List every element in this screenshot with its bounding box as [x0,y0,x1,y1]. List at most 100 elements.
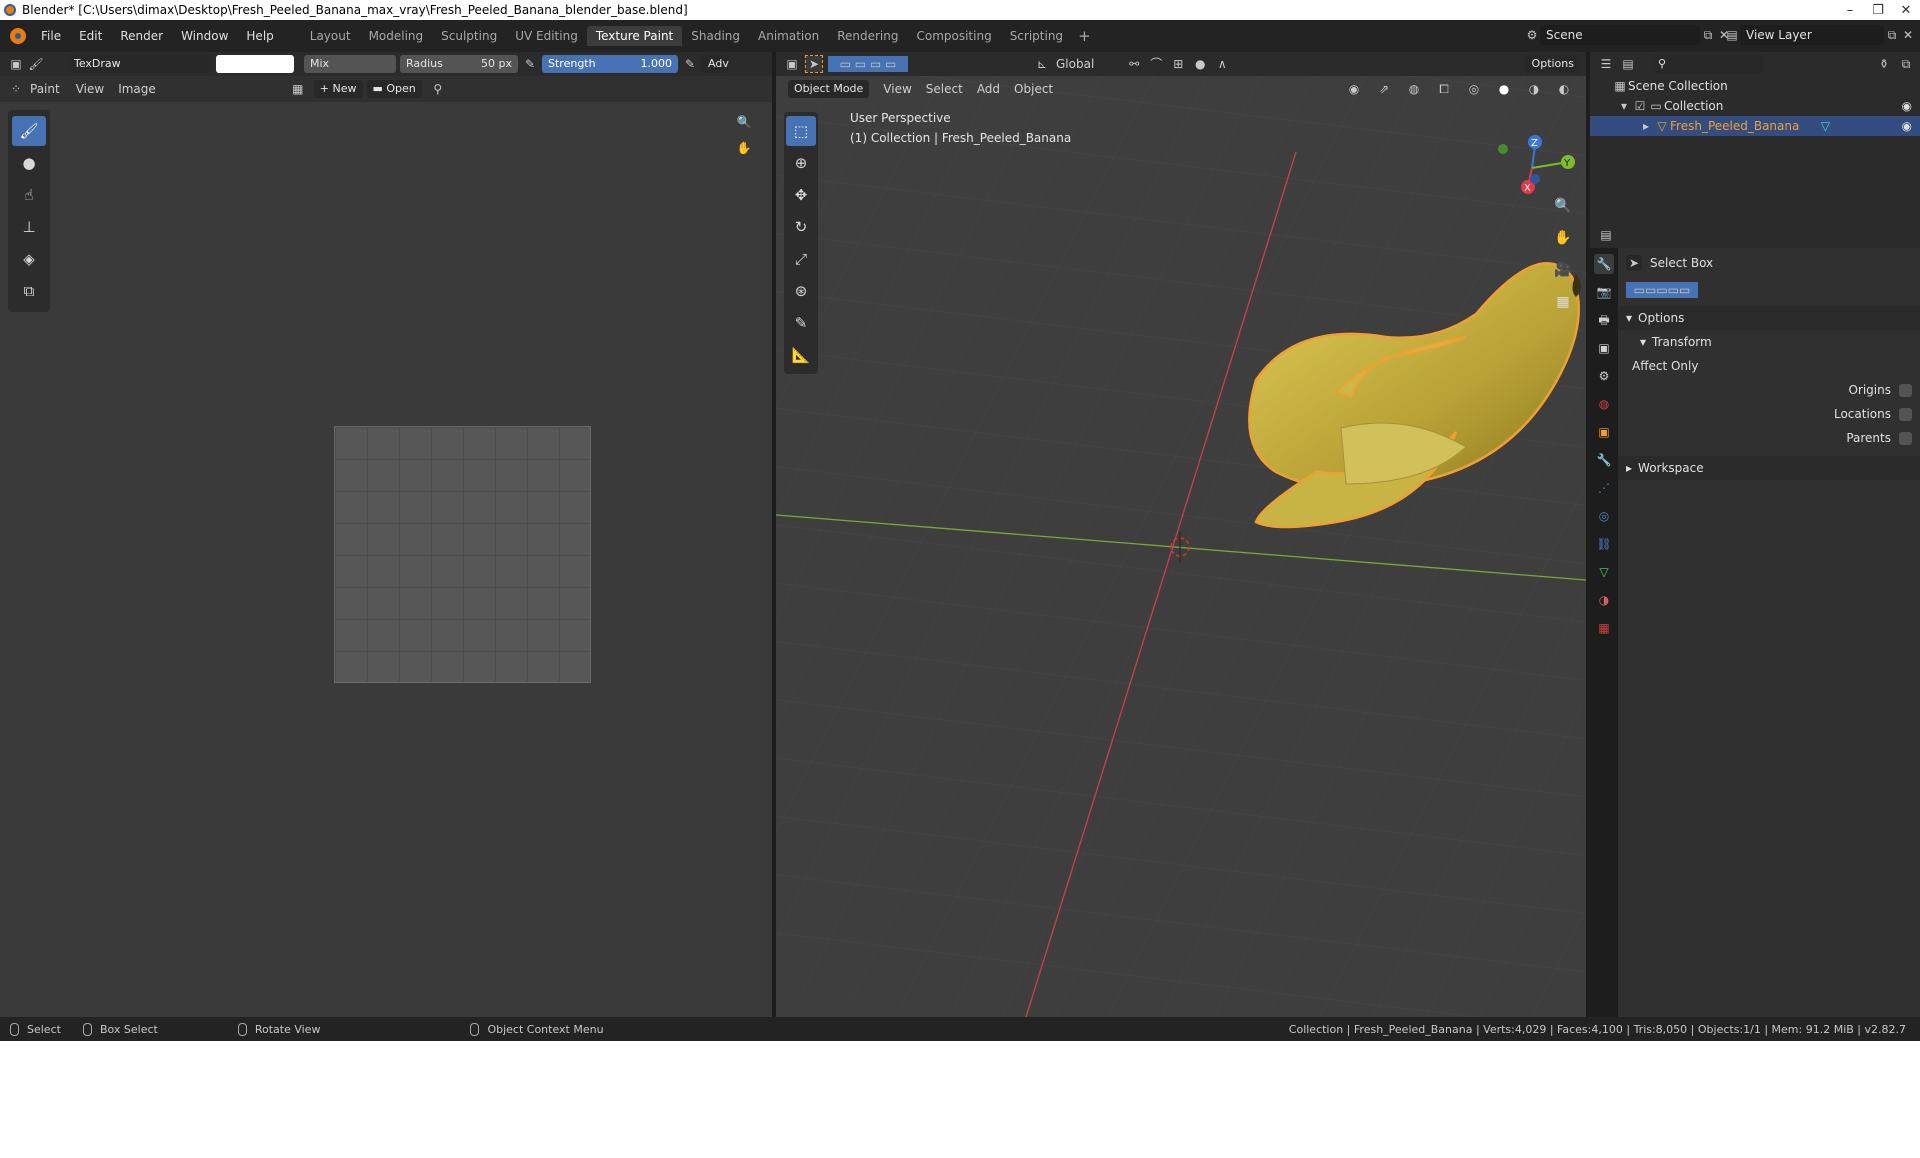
filter-icon[interactable]: ⚱ [1876,56,1892,72]
measure-tool-icon[interactable]: 📐 [786,340,816,370]
tab-scripting[interactable]: Scripting [1001,26,1072,46]
new-image-button[interactable]: + New [313,80,363,98]
view-layer-selector[interactable]: ▤ View Layer ⧉ ✕ [1724,24,1916,46]
display-mode-icon[interactable]: ▤ [1620,56,1636,72]
particles-tab-icon[interactable]: ⋰ [1594,478,1614,498]
snap-options-icon[interactable]: ⊞ [1170,56,1186,72]
wireframe-shading-icon[interactable]: ◎ [1466,81,1482,97]
proportional-edit-icon[interactable]: ● [1192,56,1208,72]
tab-modeling[interactable]: Modeling [360,26,433,46]
radius-field[interactable]: Radius 50 px [400,55,518,73]
tab-layout[interactable]: Layout [301,26,360,46]
strength-field[interactable]: Strength 1.000 [542,55,678,73]
view-layer-tab-icon[interactable]: ▣ [1594,338,1614,358]
add-workspace-icon[interactable]: + [1078,27,1091,45]
render-tab-icon[interactable]: 📷 [1594,282,1614,302]
options-panel-header[interactable]: ▾ Options [1618,306,1920,330]
select-mode-icon[interactable]: ➤ [805,55,823,73]
open-image-button[interactable]: ▬ Open [366,80,422,98]
expand-arrow-icon[interactable]: ▾ [1616,98,1632,114]
image-canvas-grid[interactable] [334,426,591,683]
pan-hand-icon[interactable]: ✋ [736,140,752,156]
constraints-tab-icon[interactable]: ⛓ [1594,534,1614,554]
rotate-tool-icon[interactable]: ↻ [786,212,816,242]
checkbox-icon[interactable]: ☑ [1632,98,1648,114]
zoom-icon[interactable]: 🔍 [736,114,752,130]
strength-pressure-icon[interactable]: ✎ [682,56,698,72]
pen-pressure-icon[interactable]: ✎ [522,56,538,72]
expand-arrow-icon[interactable]: ▸ [1638,118,1654,134]
overlay-toggle-icon[interactable]: ◍ [1406,81,1422,97]
tool-tab-icon[interactable]: 🔧 [1594,254,1614,274]
move-tool-icon[interactable]: ✥ [786,180,816,210]
transform-subpanel-header[interactable]: ▾ Transform [1618,330,1920,354]
editor-type-icon[interactable]: ▣ [8,56,24,72]
transform-tool-icon[interactable]: ⊛ [786,276,816,306]
origins-row[interactable]: Origins [1618,378,1920,402]
options-dropdown[interactable]: Options [1525,55,1580,73]
workspace-panel-header[interactable]: ▸ Workspace [1618,456,1920,480]
add-menu[interactable]: Add [977,82,1000,96]
outliner-editor-icon[interactable]: ☰ [1598,56,1614,72]
origins-checkbox[interactable] [1899,383,1912,397]
brush-icon[interactable]: 🖌 [28,56,44,72]
menu-file[interactable]: File [32,29,70,43]
object-tab-icon[interactable]: ▣ [1594,422,1614,442]
draw-tool-icon[interactable]: 🖌 [12,116,46,146]
select-box-tool-icon[interactable]: ⬚ [786,116,816,146]
physics-tab-icon[interactable]: ◎ [1594,506,1614,526]
outliner-search-input[interactable]: ⚲ [1652,55,1762,73]
cursor-tool-icon[interactable]: ⊕ [786,148,816,178]
ortho-toggle-icon[interactable]: ▦ [1550,290,1576,314]
world-tab-icon[interactable]: ◍ [1594,394,1614,414]
object-menu[interactable]: Object [1014,82,1053,96]
visibility-icon[interactable]: ◉ [1346,81,1362,97]
data-tab-icon[interactable]: ▽ [1594,562,1614,582]
scale-tool-icon[interactable]: ⤢ [786,244,816,274]
collection-row[interactable]: ▾ ☑ ▭ Collection ◉ [1590,96,1920,116]
eye-icon[interactable]: ◉ [1902,119,1912,133]
scene-tab-icon[interactable]: ⚙ [1594,366,1614,386]
menu-help[interactable]: Help [237,29,282,43]
soften-tool-icon[interactable]: ● [12,148,46,178]
snap-icon[interactable]: ⌒ [1148,56,1164,72]
camera-view-icon[interactable]: 🎥 [1550,258,1576,282]
menu-edit[interactable]: Edit [70,29,111,43]
viewport-editor-icon[interactable]: ▣ [784,56,800,72]
smear-tool-icon[interactable]: ☝ [12,180,46,210]
xray-icon[interactable]: ⧠ [1436,81,1452,97]
select-set-icon[interactable]: ▭ ▭ ▭ ▭ [828,56,908,72]
tab-texture-paint[interactable]: Texture Paint [586,26,683,46]
eye-icon[interactable]: ◉ [1902,99,1912,113]
select-menu[interactable]: Select [926,82,963,96]
new-collection-icon[interactable]: ⧉ [1898,56,1914,72]
tab-sculpting[interactable]: Sculpting [432,26,506,46]
material-tab-icon[interactable]: ◑ [1594,590,1614,610]
fill-tool-icon[interactable]: ◈ [12,244,46,274]
minimize-icon[interactable]: – [1836,3,1864,18]
rendered-shading-icon[interactable]: ◐ [1556,81,1572,97]
scene-selector[interactable]: ⚙ Scene ⧉ ✕ [1524,24,1732,46]
locations-row[interactable]: Locations [1618,402,1920,426]
3d-viewport[interactable]: Z Y X ▣ ➤ ▭ ▭ ▭ ▭ ⊾ Global ⚯ ⌒ ⊞ ● ∧ Opt… [776,52,1586,1017]
falloff-icon[interactable]: ∧ [1214,56,1230,72]
selection-mode-icons[interactable]: ▭▭▭▭▭ [1626,282,1698,298]
blender-menu-icon[interactable] [10,28,26,44]
tab-rendering[interactable]: Rendering [828,26,907,46]
scene-name-field[interactable]: Scene [1540,25,1700,45]
output-tab-icon[interactable]: 🖶 [1594,310,1614,330]
parents-checkbox[interactable] [1899,431,1912,445]
brush-color-swatch[interactable] [216,55,294,73]
maximize-icon[interactable]: ❐ [1864,3,1892,18]
pin-icon[interactable]: ⚲ [430,81,446,97]
clone-tool-icon[interactable]: ⊥ [12,212,46,242]
tab-compositing[interactable]: Compositing [907,26,1000,46]
new-view-layer-icon[interactable]: ⧉ [1884,27,1900,43]
pan-hand-icon[interactable]: ✋ [1550,226,1576,250]
parents-row[interactable]: Parents [1618,426,1920,450]
material-shading-icon[interactable]: ◑ [1526,81,1542,97]
tab-animation[interactable]: Animation [749,26,828,46]
locations-checkbox[interactable] [1899,407,1912,421]
object-mode-dropdown[interactable]: Object Mode [788,80,870,98]
advanced-tab[interactable]: Adv [702,55,729,73]
